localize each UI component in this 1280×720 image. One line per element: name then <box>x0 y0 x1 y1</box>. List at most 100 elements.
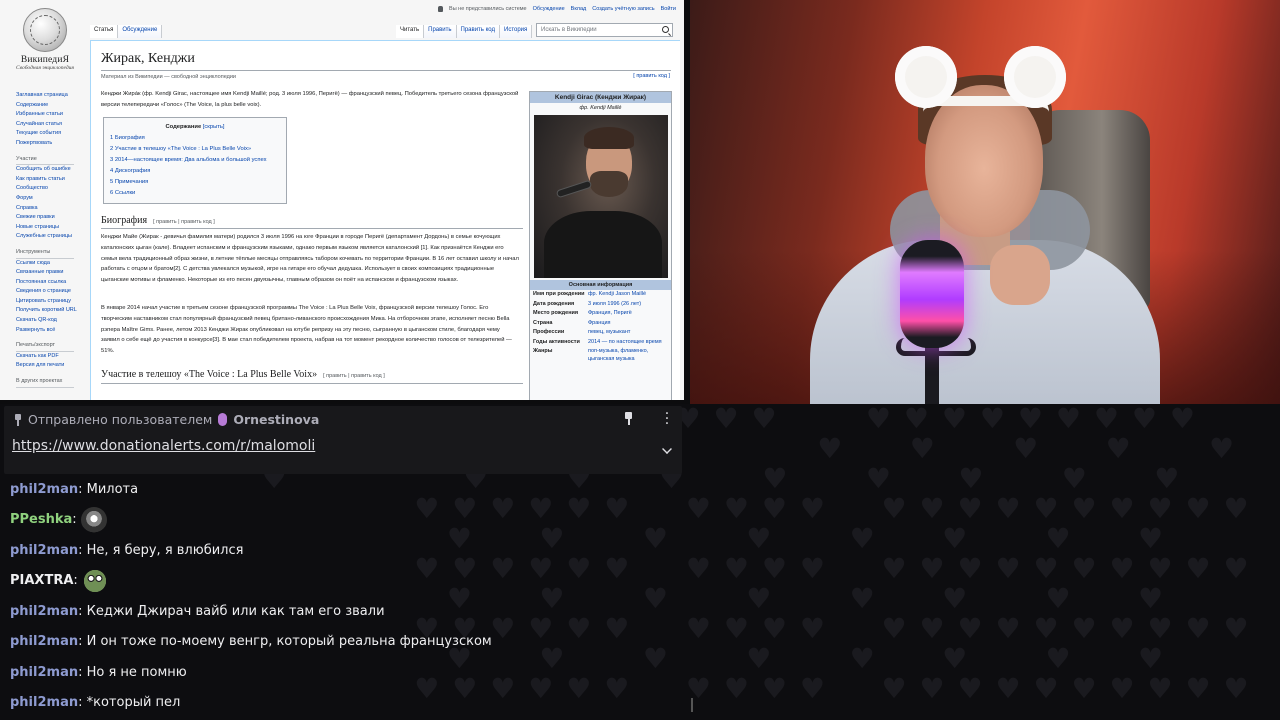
chat-message[interactable]: phil2man: Кеджи Джирач вайб или как там … <box>10 596 680 627</box>
chat-message[interactable]: PPeshka: <box>10 505 680 536</box>
sidebar-item-report[interactable]: Сообщить об ошибке <box>16 165 82 175</box>
tab-talk[interactable]: Обсуждение <box>118 25 163 38</box>
sidebar-item-current-events[interactable]: Текущие события <box>16 129 82 139</box>
sidebar: Заглавная страница Содержание Избранные … <box>16 91 82 388</box>
sidebar-item-print[interactable]: Версия для печати <box>16 361 82 371</box>
login-link[interactable]: Войти <box>661 6 676 12</box>
sidebar-item-qr[interactable]: Скачать QR-код <box>16 316 82 326</box>
infobox-subtitle: фр. Kendji Maillé <box>579 105 622 111</box>
infobox-row: Имя при рождении фр. Kendji Jason Maillé <box>533 291 647 297</box>
sidebar-item-forum[interactable]: Форум <box>16 194 82 204</box>
sidebar-item-page-info[interactable]: Сведения о странице <box>16 287 82 297</box>
toc-hide-link[interactable]: [скрыть] <box>203 124 225 130</box>
chat-message[interactable]: phil2man: Милота <box>10 474 680 505</box>
chat-text: : Не, я беру, я влюбился <box>78 542 244 558</box>
tab-history[interactable]: История <box>500 25 533 38</box>
chat-username[interactable]: phil2man <box>10 634 78 649</box>
toc-item[interactable]: 5 Примечания <box>110 177 280 188</box>
chat-username[interactable]: PIAXTRA <box>10 573 73 588</box>
chat-message[interactable]: phil2man: Не, я беру, я влюбился <box>10 535 680 566</box>
chat-username[interactable]: PPeshka <box>10 512 72 527</box>
sidebar-item-cite[interactable]: Цитировать страницу <box>16 297 82 307</box>
tab-edit-source[interactable]: Править код <box>456 25 500 38</box>
edit-code-link[interactable]: [ править код ] <box>633 73 670 79</box>
chat-text: : Кеджи Джирач вайб или как там его звал… <box>78 603 385 619</box>
scrollbar[interactable] <box>691 698 693 712</box>
personal-tools: Вы не представились системе Обсуждение В… <box>438 6 676 12</box>
chat-text: : Милота <box>78 481 139 497</box>
chat-username[interactable]: phil2man <box>10 543 78 558</box>
pinned-by-label: Отправлено пользователем <box>28 412 213 427</box>
section-edit-link[interactable]: [ править | править код ] <box>323 373 385 379</box>
sidebar-item-donate[interactable]: Пожертвовать <box>16 139 82 149</box>
toc-item[interactable]: 2 Участие в телешоу «The Voice : La Plus… <box>110 144 280 155</box>
sidebar-heading-participation: Участие <box>16 155 74 166</box>
article-content: Жирак, Кенджи Материал из Википедии — св… <box>90 40 680 400</box>
pin-icon <box>14 413 22 426</box>
pinned-username[interactable]: Ornestinova <box>233 412 319 427</box>
infobox: Kendji Girac (Кенджи Жирак) фр. Kendji M… <box>529 91 672 400</box>
bunny-ear-headband <box>895 46 957 108</box>
section-edit-link[interactable]: [ править | править код ] <box>153 219 215 225</box>
create-account-link[interactable]: Создать учётную запись <box>592 6 654 12</box>
tab-read[interactable]: Читать <box>396 25 425 38</box>
search-placeholder: Искать в Википедии <box>541 27 597 33</box>
chat-message[interactable]: phil2man: *который пел <box>10 688 680 719</box>
infobox-row: Профессии певец, музыкант <box>533 329 631 335</box>
sidebar-item-what-links[interactable]: Ссылки сюда <box>16 259 82 269</box>
sidebar-item-help[interactable]: Справка <box>16 204 82 214</box>
talk-link[interactable]: Обсуждение <box>533 6 565 12</box>
cat-emote-icon[interactable] <box>80 506 107 533</box>
contributions-link[interactable]: Вклад <box>571 6 587 12</box>
chevron-down-icon[interactable] <box>662 444 672 454</box>
bio-paragraph-2: В январе 2014 начал участие в третьем се… <box>101 305 512 355</box>
infobox-row: Годы активности 2014 — по настоящее время <box>533 338 662 345</box>
sidebar-item-random[interactable]: Случайная статья <box>16 120 82 130</box>
sidebar-item-community[interactable]: Сообщество <box>16 184 82 194</box>
sidebar-heading-print: Печать/экспорт <box>16 341 74 352</box>
toc-item[interactable]: 1 Биография <box>110 133 280 144</box>
chat-username[interactable]: phil2man <box>10 695 78 710</box>
tab-edit[interactable]: Править <box>424 25 457 38</box>
sidebar-item-permalink[interactable]: Постоянная ссылка <box>16 278 82 288</box>
tab-article[interactable]: Статья <box>90 25 119 38</box>
sidebar-item-special-pages[interactable]: Служебные страницы <box>16 232 82 242</box>
pinned-header: Отправлено пользователем Ornestinova <box>14 412 319 427</box>
pinned-message[interactable]: Отправлено пользователем Ornestinova htt… <box>4 406 682 474</box>
sidebar-item-expand[interactable]: Развернуть всё <box>16 326 82 336</box>
chat-message[interactable]: phil2man: Но я не помню <box>10 657 680 688</box>
sidebar-item-main[interactable]: Заглавная страница <box>16 91 82 101</box>
not-logged-in: Вы не представились системе <box>449 6 527 12</box>
sidebar-item-contents[interactable]: Содержание <box>16 101 82 111</box>
sidebar-item-new-pages[interactable]: Новые страницы <box>16 223 82 233</box>
search-input[interactable]: Искать в Википедии <box>536 23 673 37</box>
lead-paragraph: Кенджи Жира́к (фр. Kendji Girac, настоящ… <box>101 91 519 108</box>
toc-title: Содержание [скрыть] <box>165 124 225 130</box>
chat-message[interactable]: phil2man: И он тоже по-моему венгр, кото… <box>10 627 680 658</box>
chat-username[interactable]: phil2man <box>10 604 78 619</box>
sidebar-item-recent-changes[interactable]: Свежие правки <box>16 213 82 223</box>
chat-messages: phil2man: Милота PPeshka: phil2man: Не, … <box>10 474 680 718</box>
sidebar-item-related-changes[interactable]: Связанные правки <box>16 268 82 278</box>
chat-username[interactable]: phil2man <box>10 665 78 680</box>
chat-message[interactable]: PIAXTRA: <box>10 566 680 597</box>
toc-item[interactable]: 6 Ссылки <box>110 188 280 199</box>
sidebar-heading-other: В других проектах <box>16 377 74 388</box>
sidebar-item-howto[interactable]: Как править статьи <box>16 175 82 185</box>
frog-emote-icon[interactable] <box>81 567 108 594</box>
toc-item[interactable]: 4 Дискография <box>110 166 280 177</box>
chat-username[interactable]: phil2man <box>10 482 78 497</box>
artist-photo[interactable] <box>533 115 668 278</box>
wikipedia-logo[interactable]: ВикипедиЯ Свободная энциклопедия <box>14 8 76 71</box>
more-options-icon[interactable]: · · · <box>664 407 670 431</box>
sidebar-item-pdf[interactable]: Скачать как PDF <box>16 352 82 362</box>
sidebar-item-featured[interactable]: Избранные статьи <box>16 110 82 120</box>
sidebar-item-short-url[interactable]: Получить короткий URL <box>16 306 82 316</box>
search-icon[interactable] <box>662 26 669 33</box>
donation-link[interactable]: https://www.donationalerts.com/r/malomol… <box>12 438 315 454</box>
infobox-row: Место рождения Франция, Перигё <box>533 310 632 316</box>
title-divider <box>101 70 671 71</box>
table-of-contents: Содержание [скрыть] 1 Биография 2 Участи… <box>103 117 287 204</box>
unpin-icon[interactable] <box>622 412 634 426</box>
toc-item[interactable]: 3 2014—настоящее время: Два альбома и бо… <box>110 155 280 166</box>
